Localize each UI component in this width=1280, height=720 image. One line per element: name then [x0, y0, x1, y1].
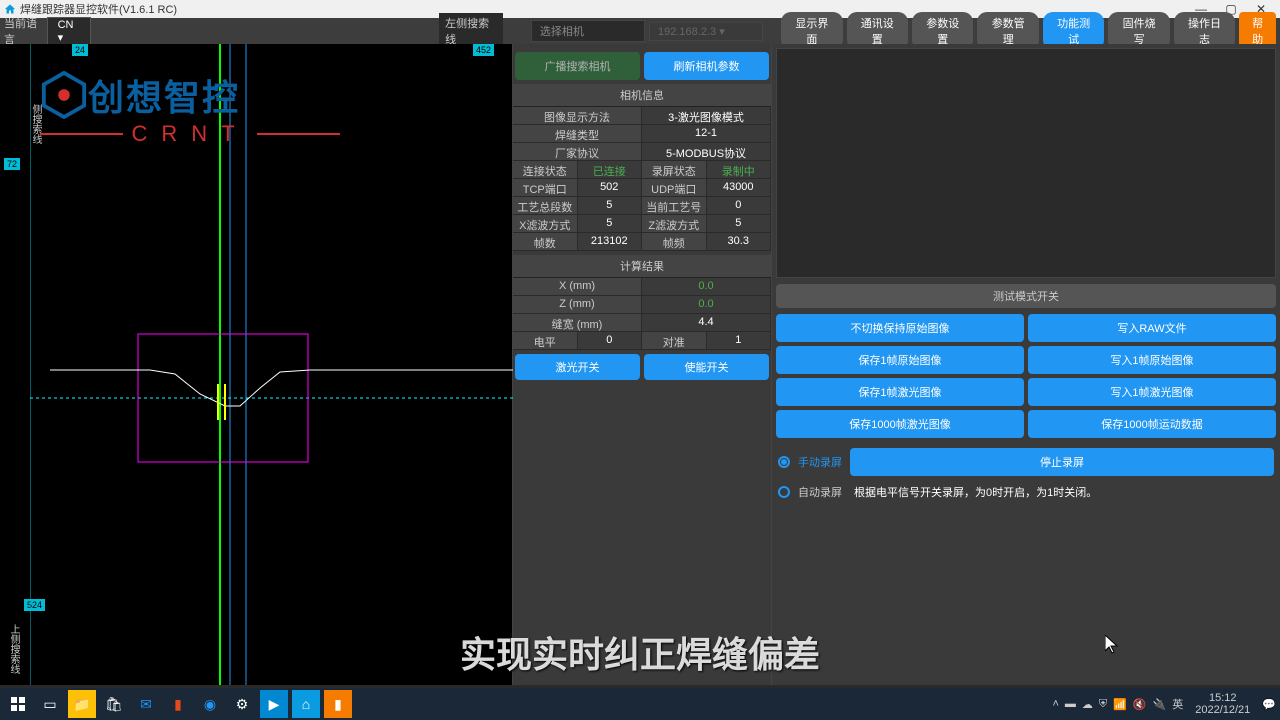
tray-volume-icon[interactable]: 🔇 — [1133, 698, 1147, 711]
info-pane: 广播搜索相机 刷新相机参数 相机信息 图像显示方法3-激光图像模式焊缝类型12-… — [513, 44, 772, 685]
test-button[interactable]: 保存1帧原始图像 — [776, 346, 1024, 374]
calc-row: 缝宽 (mm)4.4 — [513, 314, 771, 332]
app-icon-2[interactable]: ⌂ — [292, 690, 320, 718]
badge-left: 72 — [4, 158, 20, 170]
subtitle-caption: 实现实时纠正焊缝偏差 — [460, 626, 820, 678]
tray-shield-icon[interactable]: ⛨ — [1099, 698, 1107, 711]
info-row: 图像显示方法3-激光图像模式 — [513, 107, 771, 125]
plot-svg — [30, 44, 513, 685]
store-icon[interactable]: 🛍 — [100, 690, 128, 718]
test-button[interactable]: 写入1帧原始图像 — [1028, 346, 1276, 374]
info-row: 焊缝类型12-1 — [513, 125, 771, 143]
laser-switch[interactable]: 激光开关 — [515, 354, 640, 380]
preview-area — [776, 48, 1276, 278]
tray-cloud-icon[interactable]: ☁ — [1082, 698, 1093, 711]
refresh-button[interactable]: 刷新相机参数 — [644, 52, 769, 80]
plot-pane: 侧搜索线 上侧搜索线 24 452 72 524 创想智控 CRNT — [0, 44, 513, 685]
side-label-bottom: 上侧搜索线 — [6, 624, 21, 674]
office-icon[interactable]: ▮ — [164, 690, 192, 718]
auto-rec-label: 自动录屏 — [798, 484, 842, 500]
test-button[interactable]: 保存1000帧激光图像 — [776, 410, 1024, 438]
stop-rec-button[interactable]: 停止录屏 — [850, 448, 1274, 476]
test-pane: 测试模式开关 不切换保持原始图像写入RAW文件保存1帧原始图像写入1帧原始图像保… — [772, 44, 1280, 685]
manual-rec-label: 手动录屏 — [798, 454, 842, 470]
manual-rec-radio[interactable] — [778, 456, 790, 468]
calc-row: X (mm)0.0 — [513, 278, 771, 296]
start-button[interactable] — [4, 690, 32, 718]
taskbar: ▭ 📁 🛍 ✉ ▮ ◉ ⚙ ▶ ⌂ ▮ ˄ ▬ ☁ ⛨ 📶 🔇 🔌 英 15:1… — [0, 688, 1280, 720]
lang-select[interactable]: CN ▾ — [47, 17, 92, 46]
calc-header: 计算结果 — [513, 255, 771, 278]
test-button[interactable]: 保存1帧激光图像 — [776, 378, 1024, 406]
camera-select[interactable]: 选择相机 — [531, 20, 645, 42]
settings-icon[interactable]: ⚙ — [228, 690, 256, 718]
info-row: TCP端口502UDP端口43000 — [513, 179, 771, 197]
test-button[interactable]: 保存1000帧运动数据 — [1028, 410, 1276, 438]
test-button[interactable]: 写入RAW文件 — [1028, 314, 1276, 342]
info-row: 连接状态已连接录屏状态录制中 — [513, 161, 771, 179]
info-row: 帧数213102帧频30.3 — [513, 233, 771, 251]
tray-chevron-icon[interactable]: ˄ — [1052, 698, 1058, 710]
app-icon — [4, 3, 16, 15]
info-row: X滤波方式5Z滤波方式5 — [513, 215, 771, 233]
tray-ime[interactable]: 英 — [1172, 696, 1183, 712]
tray-wifi-icon[interactable]: 📶 — [1113, 698, 1127, 711]
app-icon-1[interactable]: ▶ — [260, 690, 288, 718]
auto-rec-radio[interactable] — [778, 486, 790, 498]
calc-row-level: 电平0 对准1 — [513, 332, 771, 350]
taskview-icon[interactable]: ▭ — [36, 690, 64, 718]
test-button[interactable]: 不切换保持原始图像 — [776, 314, 1024, 342]
test-button[interactable]: 写入1帧激光图像 — [1028, 378, 1276, 406]
test-mode-switch[interactable]: 测试模式开关 — [776, 284, 1276, 308]
enable-switch[interactable]: 使能开关 — [644, 354, 769, 380]
mail-icon[interactable]: ✉ — [132, 690, 160, 718]
calc-row: Z (mm)0.0 — [513, 296, 771, 314]
app-icon-3[interactable]: ▮ — [324, 690, 352, 718]
tray-battery-icon[interactable]: ▬ — [1065, 698, 1076, 710]
tray-power-icon[interactable]: 🔌 — [1153, 698, 1167, 711]
toolbar: 当前语言 CN ▾ 左侧搜索线 选择相机 192.168.2.3 ▾ 显示界面 … — [0, 18, 1280, 44]
tray-clock[interactable]: 15:122022/12/21 — [1189, 692, 1256, 716]
lang-label: 当前语言 — [4, 15, 45, 47]
auto-rec-desc: 根据电平信号开关录屏，为0时开启，为1时关闭。 — [854, 484, 1097, 500]
system-tray[interactable]: ˄ ▬ ☁ ⛨ 📶 🔇 🔌 英 15:122022/12/21 💬 — [1052, 692, 1276, 716]
tray-notification-icon[interactable]: 💬 — [1262, 698, 1276, 711]
info-row: 厂家协议5-MODBUS协议 — [513, 143, 771, 161]
explorer-icon[interactable]: 📁 — [68, 690, 96, 718]
camera-ip[interactable]: 192.168.2.3 ▾ — [649, 22, 763, 41]
broadcast-button[interactable]: 广播搜索相机 — [515, 52, 640, 80]
camera-info-header: 相机信息 — [513, 84, 771, 107]
info-row: 工艺总段数5当前工艺号0 — [513, 197, 771, 215]
edge-icon[interactable]: ◉ — [196, 690, 224, 718]
